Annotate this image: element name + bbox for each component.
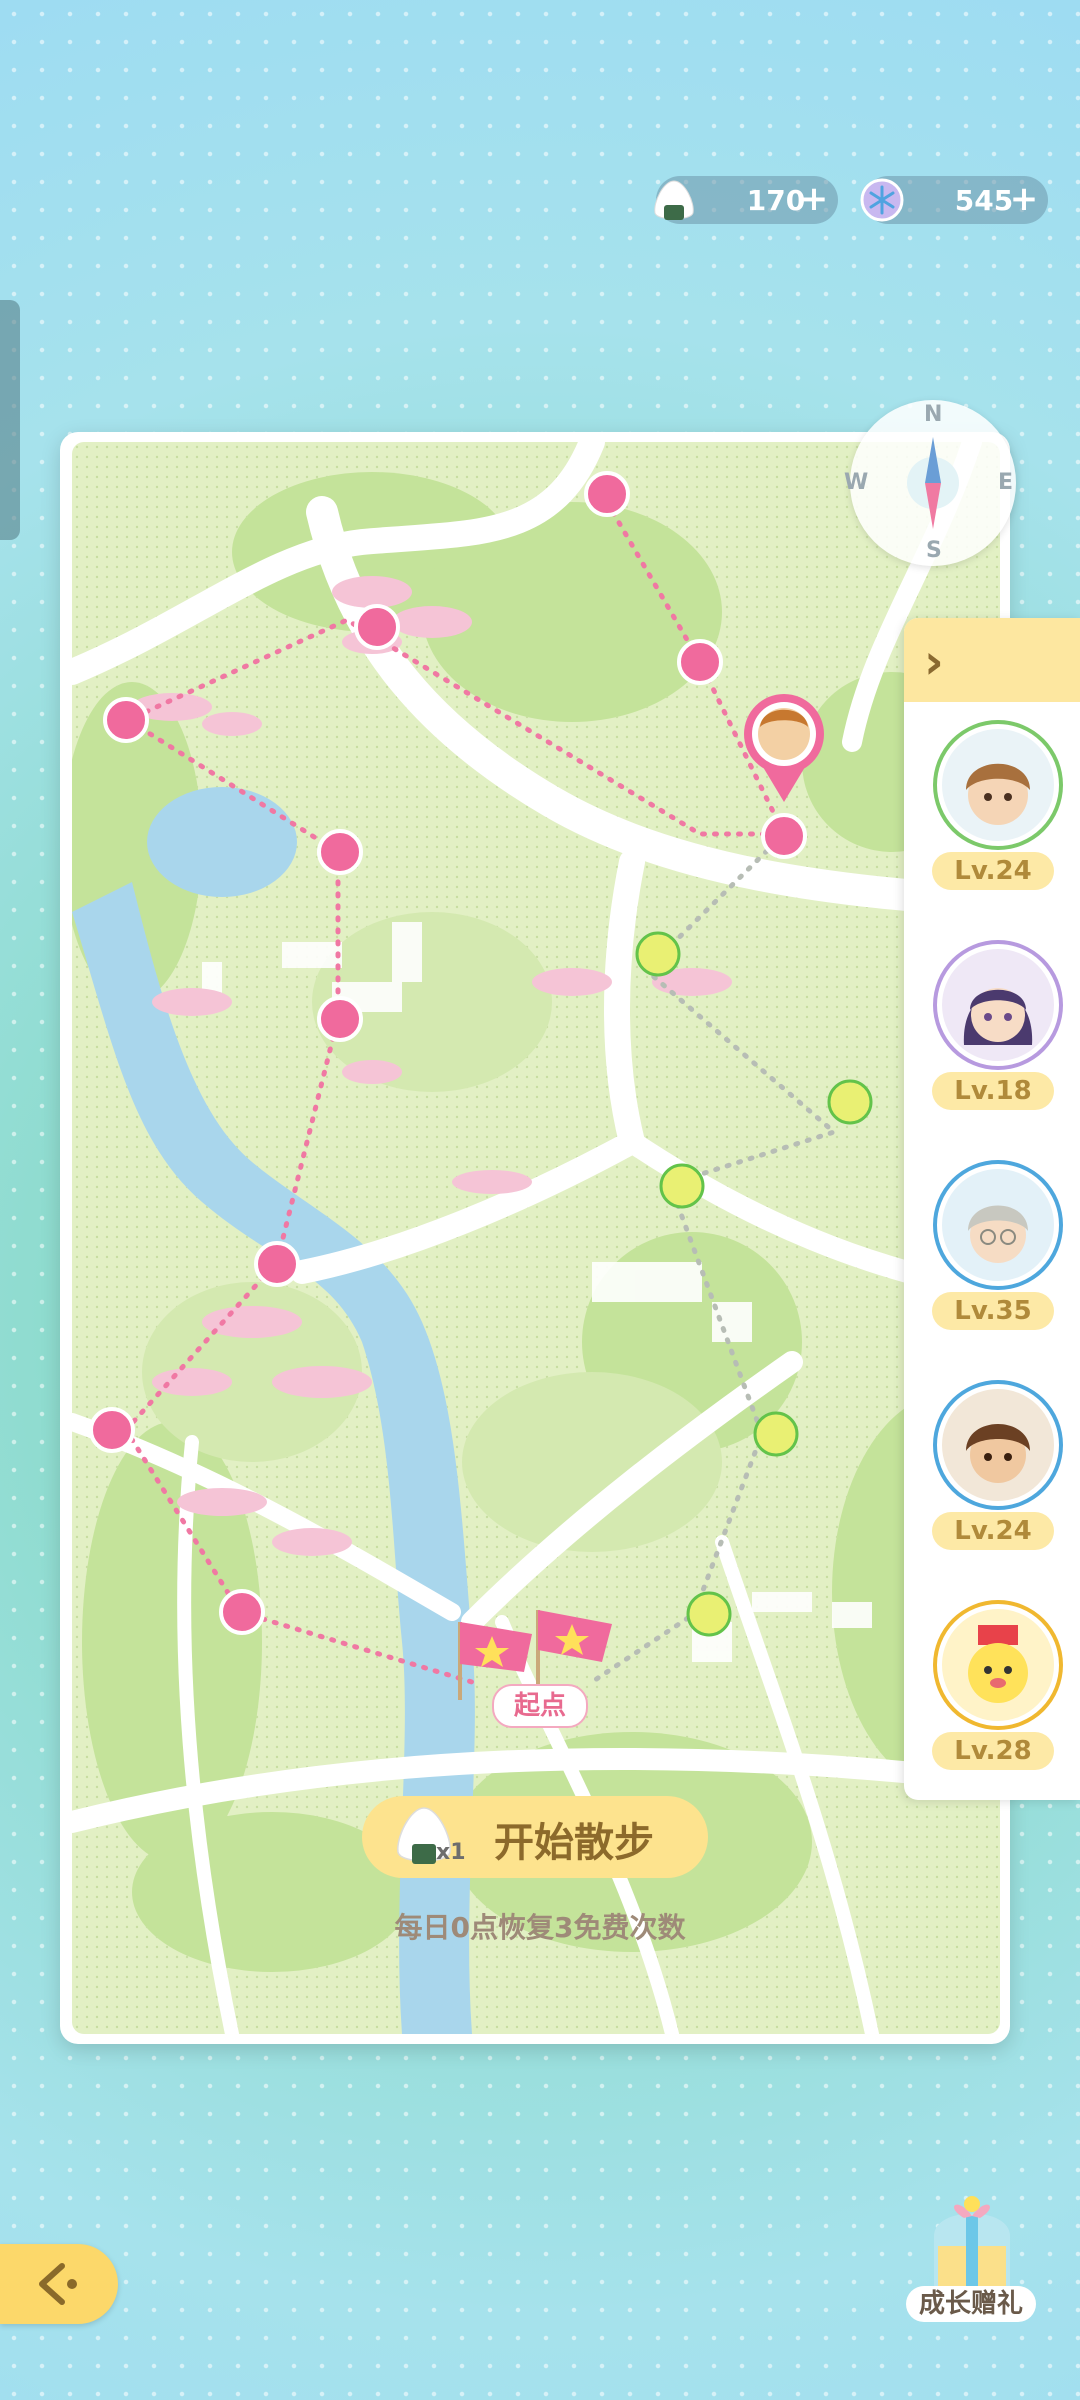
snowflake-gem-icon [854, 172, 910, 228]
compass-north-label: N [924, 402, 943, 427]
compass-west-label: W [844, 470, 869, 495]
character-avatar [937, 1604, 1059, 1726]
growth-gift-button[interactable]: 成长赠礼 [906, 2186, 1036, 2326]
rice-ball-icon [646, 172, 702, 228]
character-avatar [937, 1384, 1059, 1506]
gift-box-icon [934, 2196, 1010, 2286]
currency-gem: 545 + [860, 176, 1048, 224]
back-arrow-icon [39, 2263, 77, 2305]
character-level: Lv.35 [932, 1292, 1054, 1330]
character-card[interactable]: Lv.24 [932, 724, 1059, 890]
character-avatar [937, 724, 1059, 846]
character-level: Lv.24 [932, 1512, 1054, 1550]
growth-gift-label: 成长赠礼 [906, 2286, 1036, 2322]
character-card[interactable]: Lv.24 [932, 1384, 1059, 1550]
character-side-panel: › Lv.24 Lv.18 Lv.35 Lv.24 Lv.28 [904, 618, 1080, 1800]
character-avatar [937, 944, 1059, 1066]
character-card[interactable]: Lv.28 [932, 1604, 1059, 1770]
start-walk-label: 开始散步 [494, 1820, 654, 1866]
start-walk-button[interactable]: x1 开始散步 [362, 1796, 708, 1878]
start-point-label: 起点 [492, 1684, 588, 1728]
collapse-panel-button[interactable]: › [904, 618, 1080, 702]
character-card[interactable]: Lv.35 [932, 1164, 1059, 1330]
currency-rice-ball: 170 + [654, 176, 838, 224]
character-avatar [937, 1164, 1059, 1286]
daily-refresh-note: 每日0点恢复3免费次数 [394, 1911, 686, 1944]
left-edge-tab[interactable] [0, 300, 20, 540]
character-card[interactable]: Lv.18 [932, 944, 1059, 1110]
walk-cost: x1 [436, 1840, 466, 1865]
pond [147, 787, 297, 897]
character-level: Lv.24 [932, 852, 1054, 890]
chevron-right-icon: › [924, 634, 944, 690]
compass-south-label: S [926, 538, 942, 563]
compass-needle-icon [907, 437, 959, 529]
back-button[interactable] [0, 2244, 118, 2324]
add-gem-button[interactable]: + [1006, 182, 1042, 218]
compass: N E S W [844, 400, 1016, 566]
add-rice-ball-button[interactable]: + [796, 182, 832, 218]
compass-east-label: E [998, 470, 1014, 495]
character-level: Lv.18 [932, 1072, 1054, 1110]
character-level: Lv.28 [932, 1732, 1054, 1770]
